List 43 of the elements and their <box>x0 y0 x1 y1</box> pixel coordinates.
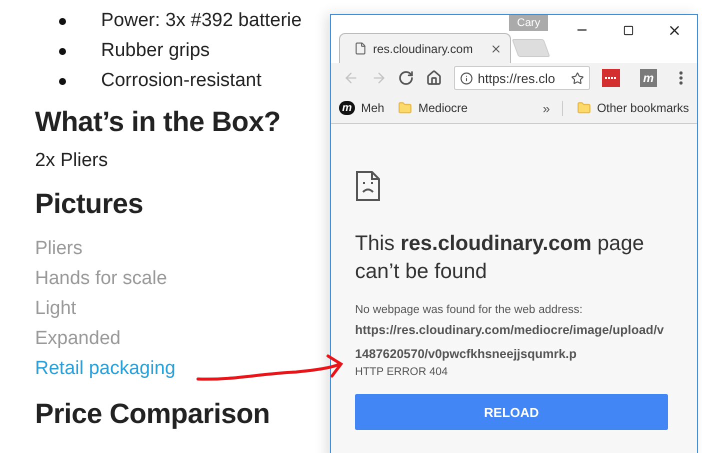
close-icon[interactable] <box>490 42 502 54</box>
info-icon <box>460 72 473 84</box>
picture-link[interactable]: Retail packaging <box>35 354 176 384</box>
error-description: No webpage was found for the web address: <box>355 304 584 316</box>
body-text: 2x Pliers <box>35 149 109 173</box>
bullet-icon <box>59 18 66 24</box>
error-code: HTTP ERROR 404 <box>355 366 449 378</box>
sad-page-icon <box>355 170 381 202</box>
bookmark-item[interactable]: m Meh <box>339 101 384 115</box>
list-item: Rubber grips <box>101 40 210 62</box>
bookmarks-overflow-button[interactable]: » <box>538 100 563 116</box>
section-heading: Price Comparison <box>35 398 270 430</box>
extension-button[interactable]: m <box>640 69 658 87</box>
folder-icon <box>576 101 591 115</box>
error-url: https://res.cloudinary.com/mediocre/image/upload/v1487620570/v0pwcfkhsneejjsqumrk.p <box>355 322 665 363</box>
bullet-icon <box>59 78 66 84</box>
site-icon: m <box>339 101 355 115</box>
bookmark-item[interactable]: Other bookmarks <box>576 101 689 115</box>
section-heading: Pictures <box>35 188 144 220</box>
extension-button[interactable] <box>602 69 620 87</box>
bookmark-item[interactable]: Mediocre <box>398 101 468 115</box>
address-bar[interactable]: https://res.clo <box>454 66 590 90</box>
picture-link[interactable]: Light <box>35 294 76 324</box>
forward-icon <box>370 70 387 86</box>
star-icon[interactable] <box>570 72 584 84</box>
picture-link[interactable]: Pliers <box>35 234 83 264</box>
reload-button[interactable]: RELOAD <box>355 394 668 430</box>
browser-tab[interactable]: res.cloudinary.com <box>339 33 511 63</box>
bullet-icon <box>59 48 66 54</box>
reload-icon <box>398 70 414 86</box>
error-heading: This res.cloudinary.com page can’t be found <box>355 231 646 285</box>
list-item: Corrosion-resistant <box>101 70 262 92</box>
folder-icon <box>398 101 412 115</box>
back-icon <box>342 70 359 86</box>
picture-link[interactable]: Expanded <box>35 324 121 354</box>
picture-link[interactable]: Hands for scale <box>35 264 168 294</box>
section-heading: What’s in the Box? <box>35 106 281 138</box>
profile-badge[interactable]: Cary <box>509 15 548 31</box>
page-icon <box>354 42 367 55</box>
menu-icon <box>679 71 684 85</box>
maximize-icon <box>622 24 634 36</box>
list-item: Power: 3x #392 batterie <box>101 10 302 32</box>
home-icon <box>426 70 442 86</box>
